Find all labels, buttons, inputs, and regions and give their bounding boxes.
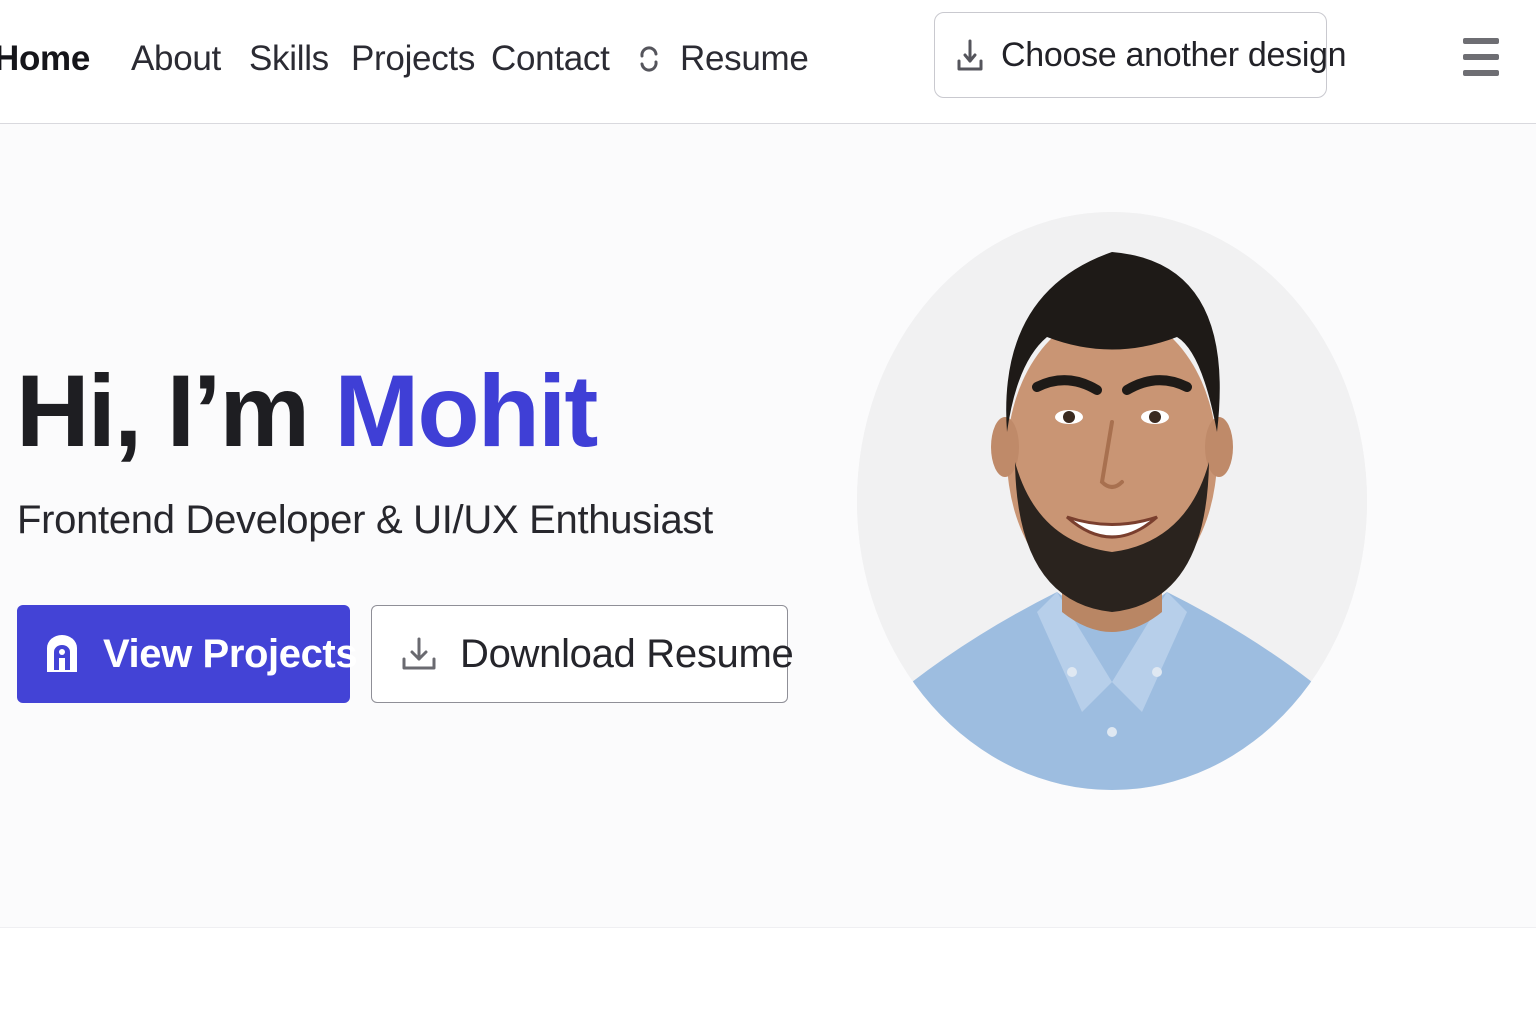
hamburger-menu-icon[interactable] xyxy=(1463,38,1499,78)
nav-link-home[interactable]: Home xyxy=(0,36,90,82)
hero-section: Hi, I’m Mohit Frontend Developer & UI/UX… xyxy=(0,124,1536,928)
download-line-icon xyxy=(955,37,985,73)
refresh-icon xyxy=(636,42,662,76)
portfolio-page: Home About Skills Projects Contact Resum… xyxy=(0,0,1536,1024)
hero-greeting: Hi, I’m xyxy=(16,354,310,468)
download-resume-label: Download Resume xyxy=(460,631,794,676)
top-navbar: Home About Skills Projects Contact Resum… xyxy=(0,0,1536,124)
nav-link-about[interactable]: About xyxy=(131,36,221,82)
nav-resume-label: Resume xyxy=(680,39,809,78)
choose-design-button[interactable]: Choose another design xyxy=(934,12,1347,98)
menu-bar xyxy=(1463,54,1499,60)
nav-link-contact[interactable]: Contact xyxy=(491,36,610,82)
nav-link-projects[interactable]: Projects xyxy=(351,36,475,82)
profile-photo-illustration xyxy=(857,212,1367,790)
nav-link-skills[interactable]: Skills xyxy=(249,36,329,82)
hero-subtitle: Frontend Developer & UI/UX Enthusiast xyxy=(17,498,713,542)
menu-bar xyxy=(1463,38,1499,44)
choose-design-label: Choose another design xyxy=(1001,35,1347,74)
hero-name: Mohit xyxy=(334,354,598,468)
view-projects-button[interactable]: View Projects xyxy=(17,605,358,703)
view-projects-label: View Projects xyxy=(103,631,358,676)
profile-photo xyxy=(857,212,1367,790)
hero-title: Hi, I’m Mohit xyxy=(16,360,598,462)
nav-link-resume[interactable]: Resume xyxy=(636,36,809,82)
download-tray-icon xyxy=(400,635,438,673)
portfolio-icon xyxy=(43,634,81,674)
menu-bar xyxy=(1463,70,1499,76)
download-resume-button[interactable]: Download Resume xyxy=(371,605,794,703)
